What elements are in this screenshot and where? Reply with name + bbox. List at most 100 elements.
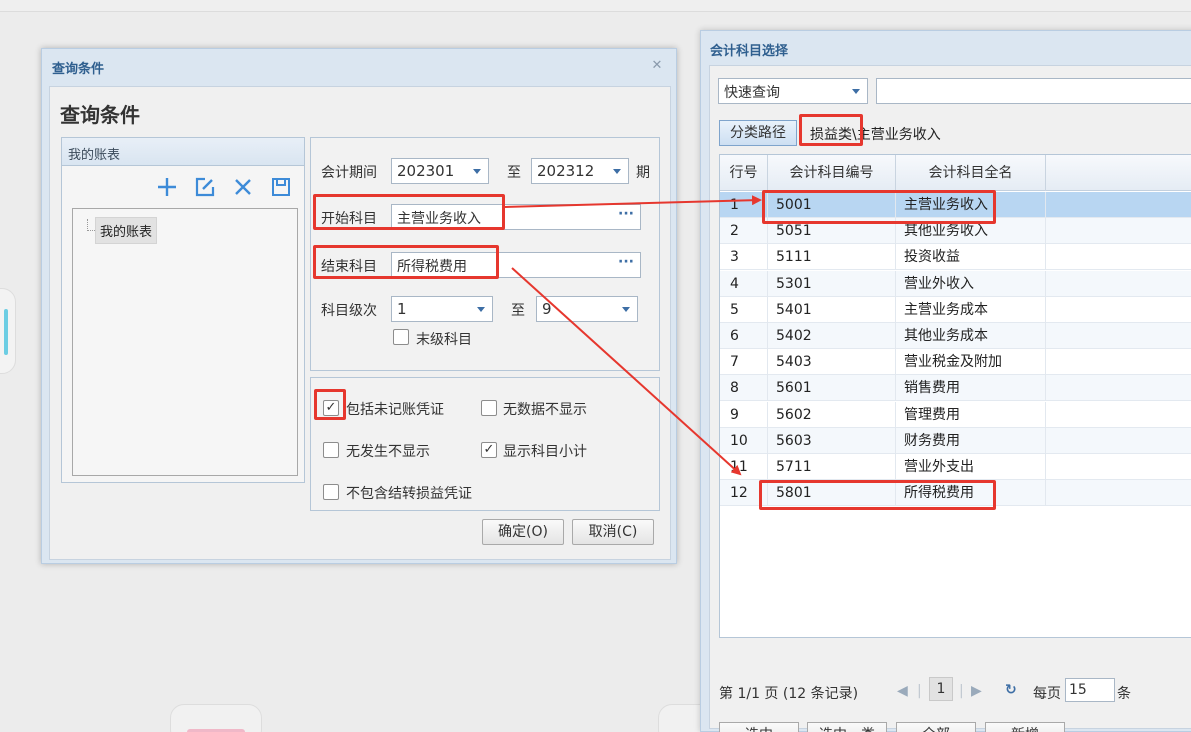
period-from-select[interactable]: 202301 — [391, 158, 489, 184]
cell-code: 5402 — [768, 323, 896, 349]
search-input[interactable] — [876, 78, 1191, 104]
table-row[interactable]: 10 5603 财务费用 — [720, 427, 1191, 454]
cell-code: 5603 — [768, 427, 896, 454]
period-to-select[interactable]: 202312 — [531, 158, 629, 184]
column-header-code[interactable]: 会计科目编号 — [768, 155, 896, 191]
hide-no-activity-checkbox[interactable] — [323, 442, 339, 458]
quick-query-select[interactable]: 快速查询 — [718, 78, 868, 104]
cell-name: 销售费用 — [896, 375, 1046, 402]
accounts-toolbar — [154, 174, 294, 200]
table-row[interactable]: 5 5401 主营业务成本 — [720, 296, 1191, 323]
start-subject-label: 开始科目 — [321, 211, 377, 227]
cell-name: 其他业务收入 — [896, 218, 1046, 245]
table-row[interactable]: 4 5301 营业外收入 — [720, 270, 1191, 297]
page-info: 第 1/1 页 (12 条记录) — [719, 686, 859, 702]
cell-code: 5602 — [768, 401, 896, 428]
column-header-name[interactable]: 会计科目全名 — [896, 155, 1046, 191]
picker-title: 会计科目选择 — [710, 44, 789, 59]
cell-name: 主营业务收入 — [896, 192, 1046, 218]
my-accounts-panel: 我的账表 我的账表 — [61, 137, 305, 483]
period-from-value: 202301 — [397, 162, 455, 180]
select-all-button[interactable]: 全部 — [896, 722, 976, 732]
cell-row-no: 6 — [720, 323, 768, 349]
level-to-select[interactable]: 9 — [536, 296, 638, 322]
per-page-unit: 条 — [1117, 686, 1131, 702]
period-to-value: 202312 — [537, 162, 595, 180]
exclude-closing-checkbox[interactable] — [323, 484, 339, 500]
add-button[interactable]: 新增 — [985, 722, 1065, 732]
edit-icon[interactable] — [192, 174, 218, 200]
cancel-button[interactable]: 取消(C) — [572, 519, 654, 545]
quick-query-value: 快速查询 — [724, 85, 780, 101]
level-from-select[interactable]: 1 — [391, 296, 493, 322]
accounts-grid: 行号 会计科目编号 会计科目全名 1 5001 主营业务收入 2 5051 其他业务收入 3… — [719, 154, 1191, 638]
cell-code: 5111 — [768, 244, 896, 271]
tree-node-my-accounts[interactable]: 我的账表 — [95, 217, 158, 244]
level-to-value: 9 — [542, 300, 552, 318]
select-button[interactable]: 选中 — [719, 722, 799, 732]
ellipsis-icon[interactable]: ··· — [618, 206, 634, 222]
select-class-button[interactable]: 选中一类 — [807, 722, 887, 732]
dialog-body: 查询条件 我的账表 我的账表 会计期间 202301 至 202312 期 开始… — [49, 86, 671, 560]
cell-row-no: 4 — [720, 270, 768, 297]
table-row[interactable]: 12 5801 所得税费用 — [720, 480, 1191, 507]
close-icon[interactable]: ✕ — [650, 59, 664, 73]
table-row[interactable]: 6 5402 其他业务成本 — [720, 323, 1191, 349]
end-subject-value: 所得税费用 — [397, 259, 467, 275]
cell-row-no: 10 — [720, 427, 768, 454]
show-subtotal-checkbox[interactable]: ✓ — [481, 442, 497, 458]
cell-name: 投资收益 — [896, 244, 1046, 271]
cell-row-no: 11 — [720, 454, 768, 480]
per-page-input[interactable] — [1065, 678, 1115, 702]
hide-no-data-label: 无数据不显示 — [503, 402, 587, 418]
include-unposted-checkbox[interactable]: ✓ — [323, 400, 339, 416]
chevron-down-icon — [852, 89, 860, 94]
table-row[interactable]: 2 5051 其他业务收入 — [720, 218, 1191, 245]
cell-name: 营业外收入 — [896, 270, 1046, 297]
leaf-only-checkbox[interactable] — [393, 329, 409, 345]
include-unposted-label: 包括未记账凭证 — [346, 402, 444, 418]
save-icon[interactable] — [268, 174, 294, 200]
refresh-icon[interactable]: ↻ — [1005, 682, 1017, 698]
show-subtotal-label: 显示科目小计 — [503, 444, 587, 460]
delete-icon[interactable] — [230, 174, 256, 200]
hide-no-activity-label: 无发生不显示 — [346, 444, 430, 460]
cell-row-no: 7 — [720, 349, 768, 376]
level-from-value: 1 — [397, 300, 407, 318]
current-page-button[interactable]: 1 — [929, 677, 953, 701]
cell-row-no: 3 — [720, 244, 768, 271]
cell-name: 其他业务成本 — [896, 323, 1046, 349]
ellipsis-icon[interactable]: ··· — [618, 254, 634, 270]
cell-code: 5801 — [768, 480, 896, 507]
top-strip — [0, 0, 1191, 12]
category-path: 损益类\主营业务收入 — [810, 124, 941, 144]
start-subject-value: 主营业务收入 — [397, 211, 481, 227]
table-row[interactable]: 8 5601 销售费用 — [720, 375, 1191, 402]
period-label: 会计期间 — [321, 165, 377, 181]
accounts-tree: 我的账表 — [72, 208, 298, 476]
start-subject-field[interactable]: 主营业务收入 ··· — [391, 204, 641, 230]
cell-code: 5001 — [768, 192, 896, 218]
cell-code: 5711 — [768, 454, 896, 480]
column-header-row-no[interactable]: 行号 — [720, 155, 768, 191]
prev-page-icon[interactable]: ◀ — [897, 683, 908, 699]
chevron-down-icon — [622, 307, 630, 312]
end-subject-label: 结束科目 — [321, 259, 377, 275]
end-subject-field[interactable]: 所得税费用 ··· — [391, 252, 641, 278]
table-row[interactable]: 9 5602 管理费用 — [720, 401, 1191, 428]
options-panel: ✓ 包括未记账凭证 无数据不显示 无发生不显示 ✓ 显示科目小计 不包含结转损益… — [310, 377, 660, 511]
leaf-only-label: 末级科目 — [416, 332, 472, 348]
path-category[interactable]: 损益类 — [810, 127, 852, 143]
table-row[interactable]: 3 5111 投资收益 — [720, 244, 1191, 271]
next-page-icon[interactable]: ▶ — [971, 683, 982, 699]
ok-button[interactable]: 确定(O) — [482, 519, 564, 545]
category-path-button[interactable]: 分类路径 — [719, 120, 797, 146]
cell-row-no: 2 — [720, 218, 768, 245]
table-row[interactable]: 11 5711 营业外支出 — [720, 454, 1191, 480]
add-icon[interactable] — [154, 174, 180, 200]
table-row[interactable]: 1 5001 主营业务收入 — [720, 192, 1191, 218]
chevron-down-icon — [613, 169, 621, 174]
table-row[interactable]: 7 5403 营业税金及附加 — [720, 349, 1191, 376]
hide-no-data-checkbox[interactable] — [481, 400, 497, 416]
cell-row-no: 12 — [720, 480, 768, 507]
